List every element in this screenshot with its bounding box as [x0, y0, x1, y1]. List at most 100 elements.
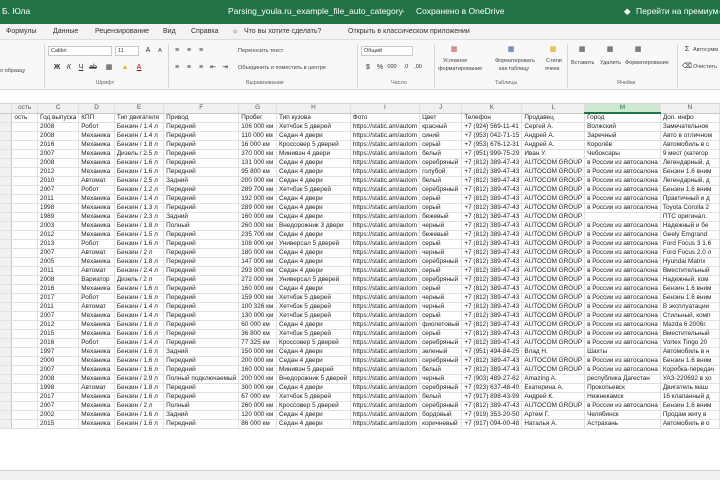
cell[interactable]: Бензин / 1.2 л [114, 185, 165, 195]
cell[interactable]: Ford Focus 2.0 л [660, 248, 720, 258]
cell[interactable]: Легендарный, д [660, 158, 720, 168]
cell[interactable]: Geely Emgrand [660, 230, 720, 240]
cell[interactable]: Передний [163, 284, 240, 294]
cell[interactable]: Бензин / 1.4 л [114, 194, 165, 204]
align-center-icon[interactable]: ≡ [184, 63, 194, 72]
increase-decimal-icon[interactable]: ,0 [401, 63, 411, 72]
cell[interactable]: +7 (812) 389-47-43 [461, 284, 523, 294]
number-format-select[interactable]: Общий [361, 46, 413, 56]
cell[interactable]: +7 (924) 569-11-41 [461, 122, 523, 132]
cell[interactable]: Кроссовер 5 дверей [276, 140, 351, 150]
cell[interactable]: серый [419, 284, 463, 294]
cell[interactable]: 16 000 км [238, 140, 278, 150]
merge-center-button[interactable]: Объединить и поместить в центре [238, 65, 326, 71]
cell[interactable]: Седан 4 двери [276, 212, 351, 222]
cell[interactable]: AUTOCOM GROUP [521, 401, 586, 411]
cell[interactable]: в России из автосалона [584, 266, 661, 276]
cell[interactable]: +7 (812) 389-47-43 [461, 302, 523, 312]
cell[interactable] [11, 347, 39, 357]
cell[interactable]: 2007 [37, 311, 80, 321]
cell[interactable]: 106 000 км [238, 122, 278, 132]
cell[interactable]: Сергей А. [521, 122, 586, 132]
column-header[interactable]: K [461, 104, 523, 114]
grow-font-icon[interactable]: A [143, 46, 153, 55]
row-number[interactable] [0, 185, 13, 195]
cell[interactable] [11, 311, 39, 321]
cell[interactable]: AUTOCOM GROUP [521, 320, 586, 330]
cell[interactable]: Задний [163, 212, 240, 222]
cell[interactable]: +7 (812) 389-47-43 [461, 401, 523, 411]
cell[interactable]: +7 (953) 676-12-31 [461, 140, 523, 150]
cell[interactable]: Седан 4 двери [276, 257, 351, 267]
row-number[interactable] [0, 140, 13, 150]
cell[interactable]: Чебоксары [584, 149, 661, 159]
cell[interactable] [11, 122, 39, 132]
cell[interactable]: +7 (812) 389-47-43 [461, 311, 523, 321]
cell[interactable]: Хетчбэк 5 дверей [276, 122, 351, 132]
align-bottom-icon[interactable]: ≡ [196, 46, 206, 55]
cell[interactable]: Задний [163, 410, 240, 420]
column-header[interactable]: C [37, 104, 80, 114]
cell[interactable]: 2016 [37, 338, 80, 348]
cell[interactable]: 2008 [37, 374, 80, 384]
font-name-select[interactable]: Calibri [48, 46, 112, 56]
cell[interactable]: 1997 [37, 347, 80, 357]
cell[interactable]: Тип двигателя [114, 113, 165, 123]
cell[interactable]: 77 325 км [238, 338, 278, 348]
cell[interactable]: +7 (951) 999-75-29 [461, 149, 523, 159]
cell[interactable]: 200 000 км [238, 176, 278, 186]
cell[interactable]: 2000 [37, 356, 80, 366]
cell[interactable]: в России из автосалона [584, 293, 661, 303]
cell[interactable]: 2007 [37, 149, 80, 159]
cell[interactable]: 2008 [37, 275, 80, 285]
borders-icon[interactable]: ▦ [104, 63, 114, 72]
cell[interactable]: https://static.am/autom [350, 347, 421, 357]
cell[interactable]: Влад Н. [521, 347, 586, 357]
cell[interactable]: Amazing A. [521, 374, 586, 384]
cell[interactable]: серебряный [419, 257, 463, 267]
cell[interactable]: Передний [163, 158, 240, 168]
cell[interactable]: Кроссовер 5 дверей [276, 401, 351, 411]
align-top-icon[interactable]: ≡ [172, 46, 182, 55]
cell[interactable]: +7 (812) 389-47-43 [461, 338, 523, 348]
cell[interactable]: Бензин / 1.8 л [114, 383, 165, 393]
cell[interactable] [11, 284, 39, 294]
row-number[interactable] [0, 212, 13, 222]
cell[interactable]: Механика [78, 140, 115, 150]
cell[interactable]: 2015 [37, 329, 80, 339]
cell[interactable]: Автомат [78, 176, 115, 186]
tell-me-box[interactable]: Что вы хотите сделать? [244, 28, 321, 35]
cell[interactable]: Бензин 1.6 вним [660, 293, 720, 303]
cell[interactable]: Автомат [78, 383, 115, 393]
cell[interactable]: Бензин / 1.6 л [114, 320, 165, 330]
conditional-format-line1[interactable]: Условное [443, 58, 467, 64]
cell[interactable]: Передний [163, 194, 240, 204]
column-header[interactable]: M [584, 104, 661, 114]
wrap-text-button[interactable]: Переносить текст [238, 48, 283, 54]
cell[interactable]: Передний [163, 122, 240, 132]
cell[interactable]: в России из автосалона [584, 302, 661, 312]
cell[interactable] [584, 212, 661, 222]
cell[interactable]: Передний [163, 419, 240, 429]
cell[interactable]: Бензин / 1.6 л [114, 347, 165, 357]
cell[interactable]: 95 800 км [238, 167, 278, 177]
cell[interactable] [11, 131, 39, 141]
cell[interactable]: 1989 [37, 212, 80, 222]
cell[interactable]: +7 (812) 389-47-43 [461, 293, 523, 303]
cell[interactable] [11, 221, 39, 231]
cell[interactable]: https://static.am/autom [350, 410, 421, 420]
cell[interactable]: в России из автосалона [584, 284, 661, 294]
cell[interactable]: +7 (812) 389-47-43 [461, 158, 523, 168]
cell[interactable]: Пробег [238, 113, 278, 123]
cell[interactable] [11, 140, 39, 150]
cell[interactable]: Седан 4 двери [276, 419, 351, 429]
cell[interactable]: Тип кузова [276, 113, 351, 123]
cell[interactable]: 130 000 км [238, 311, 278, 321]
cell[interactable]: 260 000 км [238, 401, 278, 411]
cell[interactable]: Передний [163, 167, 240, 177]
cell[interactable]: +7 (812) 389-47-43 [461, 248, 523, 258]
cell[interactable]: ость [11, 113, 39, 123]
bold-icon[interactable]: Ж [52, 63, 62, 72]
row-number[interactable] [0, 365, 13, 375]
cell[interactable]: +7 (812) 389-47-43 [461, 185, 523, 195]
